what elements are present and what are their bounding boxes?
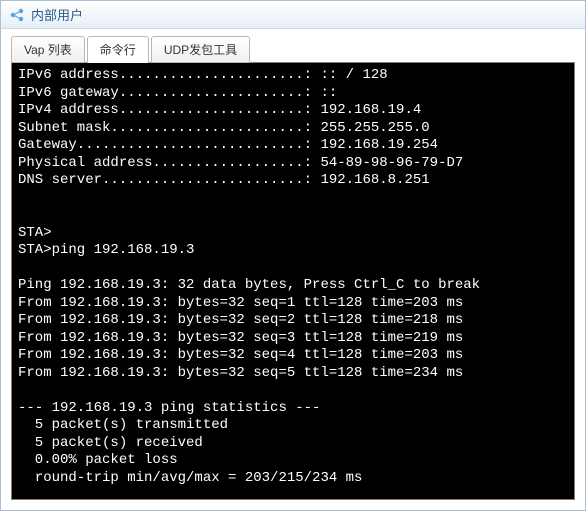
tab-vap-list[interactable]: Vap 列表	[11, 36, 85, 63]
terminal-line: IPv6 gateway......................: ::	[18, 85, 568, 103]
terminal-line: STA>ping 192.168.19.3	[18, 242, 568, 260]
tab-label: Vap 列表	[24, 43, 72, 57]
terminal-line: 5 packet(s) transmitted	[18, 417, 568, 435]
window-title: 内部用户	[31, 5, 83, 24]
terminal-output[interactable]: IPv6 address......................: :: /…	[11, 62, 575, 500]
terminal-line: From 192.168.19.3: bytes=32 seq=1 ttl=12…	[18, 295, 568, 313]
terminal-line	[18, 190, 568, 208]
terminal-line: From 192.168.19.3: bytes=32 seq=2 ttl=12…	[18, 312, 568, 330]
terminal-line: Physical address..................: 54-8…	[18, 155, 568, 173]
terminal-line: Gateway...........................: 192.…	[18, 137, 568, 155]
terminal-line: From 192.168.19.3: bytes=32 seq=4 ttl=12…	[18, 347, 568, 365]
tab-udp-tool[interactable]: UDP发包工具	[151, 36, 250, 63]
terminal-line	[18, 207, 568, 225]
tab-label: 命令行	[100, 43, 136, 57]
titlebar: 内部用户	[1, 1, 585, 29]
terminal-line: From 192.168.19.3: bytes=32 seq=5 ttl=12…	[18, 365, 568, 383]
terminal-line: From 192.168.19.3: bytes=32 seq=3 ttl=12…	[18, 330, 568, 348]
tab-label: UDP发包工具	[164, 43, 237, 57]
terminal-line: --- 192.168.19.3 ping statistics ---	[18, 400, 568, 418]
app-window: 内部用户 Vap 列表 命令行 UDP发包工具 IPv6 address....…	[0, 0, 586, 511]
terminal-line: STA>	[18, 225, 568, 243]
tab-command-line[interactable]: 命令行	[87, 36, 149, 63]
terminal-line	[18, 382, 568, 400]
terminal-line: DNS server........................: 192.…	[18, 172, 568, 190]
network-icon	[9, 7, 25, 23]
terminal-line: 5 packet(s) received	[18, 435, 568, 453]
terminal-line	[18, 260, 568, 278]
terminal-line: IPv4 address......................: 192.…	[18, 102, 568, 120]
terminal-line: round-trip min/avg/max = 203/215/234 ms	[18, 470, 568, 488]
terminal-line: Subnet mask.......................: 255.…	[18, 120, 568, 138]
terminal-line: 0.00% packet loss	[18, 452, 568, 470]
tab-bar: Vap 列表 命令行 UDP发包工具	[1, 29, 585, 62]
terminal-line: Ping 192.168.19.3: 32 data bytes, Press …	[18, 277, 568, 295]
terminal-line: IPv6 address......................: :: /…	[18, 67, 568, 85]
terminal-line	[18, 487, 568, 500]
